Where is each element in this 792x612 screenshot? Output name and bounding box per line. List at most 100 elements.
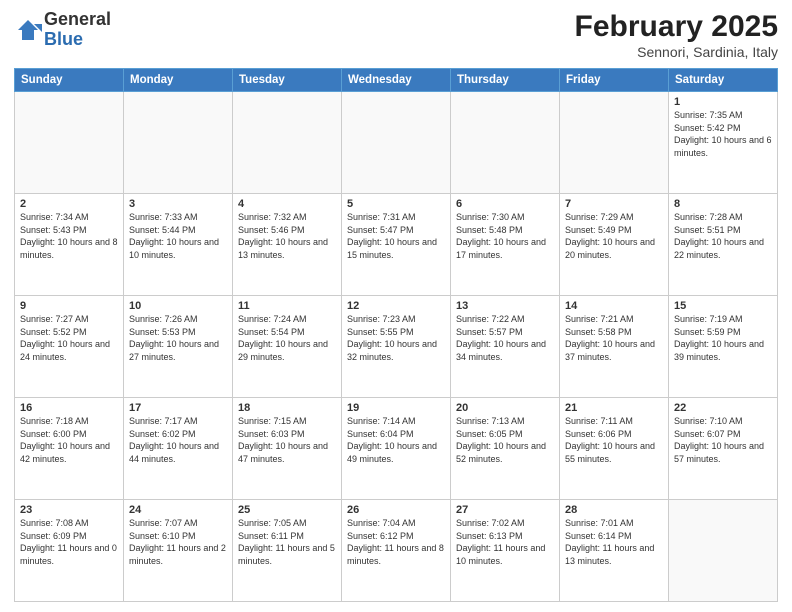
calendar-cell: 27Sunrise: 7:02 AM Sunset: 6:13 PM Dayli… (451, 500, 560, 602)
calendar-cell: 11Sunrise: 7:24 AM Sunset: 5:54 PM Dayli… (233, 296, 342, 398)
day-info: Sunrise: 7:23 AM Sunset: 5:55 PM Dayligh… (347, 313, 445, 363)
weekday-header-wednesday: Wednesday (342, 69, 451, 92)
calendar-cell: 15Sunrise: 7:19 AM Sunset: 5:59 PM Dayli… (669, 296, 778, 398)
calendar-cell: 17Sunrise: 7:17 AM Sunset: 6:02 PM Dayli… (124, 398, 233, 500)
day-number: 15 (674, 300, 772, 312)
day-info: Sunrise: 7:07 AM Sunset: 6:10 PM Dayligh… (129, 517, 227, 567)
day-number: 28 (565, 504, 663, 516)
calendar-cell: 5Sunrise: 7:31 AM Sunset: 5:47 PM Daylig… (342, 194, 451, 296)
day-info: Sunrise: 7:01 AM Sunset: 6:14 PM Dayligh… (565, 517, 663, 567)
day-number: 20 (456, 402, 554, 414)
calendar-cell: 10Sunrise: 7:26 AM Sunset: 5:53 PM Dayli… (124, 296, 233, 398)
calendar-cell: 14Sunrise: 7:21 AM Sunset: 5:58 PM Dayli… (560, 296, 669, 398)
day-number: 7 (565, 198, 663, 210)
logo-text: General Blue (44, 10, 111, 50)
day-number: 10 (129, 300, 227, 312)
calendar-cell: 28Sunrise: 7:01 AM Sunset: 6:14 PM Dayli… (560, 500, 669, 602)
day-number: 23 (20, 504, 118, 516)
weekday-header-sunday: Sunday (15, 69, 124, 92)
day-number: 16 (20, 402, 118, 414)
calendar-week-row: 23Sunrise: 7:08 AM Sunset: 6:09 PM Dayli… (15, 500, 778, 602)
day-info: Sunrise: 7:35 AM Sunset: 5:42 PM Dayligh… (674, 109, 772, 159)
weekday-header-monday: Monday (124, 69, 233, 92)
calendar-cell (124, 92, 233, 194)
day-info: Sunrise: 7:11 AM Sunset: 6:06 PM Dayligh… (565, 415, 663, 465)
weekday-header-friday: Friday (560, 69, 669, 92)
day-info: Sunrise: 7:32 AM Sunset: 5:46 PM Dayligh… (238, 211, 336, 261)
day-info: Sunrise: 7:14 AM Sunset: 6:04 PM Dayligh… (347, 415, 445, 465)
weekday-header-saturday: Saturday (669, 69, 778, 92)
calendar-cell: 22Sunrise: 7:10 AM Sunset: 6:07 PM Dayli… (669, 398, 778, 500)
day-number: 8 (674, 198, 772, 210)
calendar-cell (451, 92, 560, 194)
day-info: Sunrise: 7:13 AM Sunset: 6:05 PM Dayligh… (456, 415, 554, 465)
day-number: 18 (238, 402, 336, 414)
day-number: 21 (565, 402, 663, 414)
day-info: Sunrise: 7:19 AM Sunset: 5:59 PM Dayligh… (674, 313, 772, 363)
day-info: Sunrise: 7:24 AM Sunset: 5:54 PM Dayligh… (238, 313, 336, 363)
day-info: Sunrise: 7:08 AM Sunset: 6:09 PM Dayligh… (20, 517, 118, 567)
calendar-week-row: 1Sunrise: 7:35 AM Sunset: 5:42 PM Daylig… (15, 92, 778, 194)
calendar-cell: 1Sunrise: 7:35 AM Sunset: 5:42 PM Daylig… (669, 92, 778, 194)
location-title: Sennori, Sardinia, Italy (575, 44, 778, 60)
calendar-cell (342, 92, 451, 194)
day-info: Sunrise: 7:18 AM Sunset: 6:00 PM Dayligh… (20, 415, 118, 465)
day-info: Sunrise: 7:04 AM Sunset: 6:12 PM Dayligh… (347, 517, 445, 567)
weekday-header-tuesday: Tuesday (233, 69, 342, 92)
day-info: Sunrise: 7:05 AM Sunset: 6:11 PM Dayligh… (238, 517, 336, 567)
calendar-cell: 3Sunrise: 7:33 AM Sunset: 5:44 PM Daylig… (124, 194, 233, 296)
calendar-cell (15, 92, 124, 194)
day-info: Sunrise: 7:34 AM Sunset: 5:43 PM Dayligh… (20, 211, 118, 261)
day-number: 17 (129, 402, 227, 414)
calendar-week-row: 9Sunrise: 7:27 AM Sunset: 5:52 PM Daylig… (15, 296, 778, 398)
day-info: Sunrise: 7:29 AM Sunset: 5:49 PM Dayligh… (565, 211, 663, 261)
logo-blue-text: Blue (44, 30, 111, 50)
calendar-cell: 12Sunrise: 7:23 AM Sunset: 5:55 PM Dayli… (342, 296, 451, 398)
day-number: 6 (456, 198, 554, 210)
month-title: February 2025 (575, 10, 778, 44)
calendar-cell: 7Sunrise: 7:29 AM Sunset: 5:49 PM Daylig… (560, 194, 669, 296)
day-number: 5 (347, 198, 445, 210)
title-block: February 2025 Sennori, Sardinia, Italy (575, 10, 778, 60)
day-number: 25 (238, 504, 336, 516)
calendar-cell (560, 92, 669, 194)
day-number: 26 (347, 504, 445, 516)
weekday-header-thursday: Thursday (451, 69, 560, 92)
day-info: Sunrise: 7:15 AM Sunset: 6:03 PM Dayligh… (238, 415, 336, 465)
header: General Blue February 2025 Sennori, Sard… (14, 10, 778, 60)
day-number: 4 (238, 198, 336, 210)
calendar-header-row: SundayMondayTuesdayWednesdayThursdayFrid… (15, 69, 778, 92)
day-number: 2 (20, 198, 118, 210)
day-info: Sunrise: 7:33 AM Sunset: 5:44 PM Dayligh… (129, 211, 227, 261)
day-number: 14 (565, 300, 663, 312)
calendar-cell: 8Sunrise: 7:28 AM Sunset: 5:51 PM Daylig… (669, 194, 778, 296)
calendar-cell: 2Sunrise: 7:34 AM Sunset: 5:43 PM Daylig… (15, 194, 124, 296)
calendar-cell: 6Sunrise: 7:30 AM Sunset: 5:48 PM Daylig… (451, 194, 560, 296)
day-number: 22 (674, 402, 772, 414)
day-number: 13 (456, 300, 554, 312)
calendar-cell: 9Sunrise: 7:27 AM Sunset: 5:52 PM Daylig… (15, 296, 124, 398)
day-number: 9 (20, 300, 118, 312)
calendar-cell: 23Sunrise: 7:08 AM Sunset: 6:09 PM Dayli… (15, 500, 124, 602)
logo: General Blue (14, 10, 111, 50)
day-number: 1 (674, 96, 772, 108)
calendar-week-row: 2Sunrise: 7:34 AM Sunset: 5:43 PM Daylig… (15, 194, 778, 296)
day-number: 27 (456, 504, 554, 516)
day-number: 3 (129, 198, 227, 210)
day-info: Sunrise: 7:31 AM Sunset: 5:47 PM Dayligh… (347, 211, 445, 261)
day-number: 24 (129, 504, 227, 516)
calendar-cell: 26Sunrise: 7:04 AM Sunset: 6:12 PM Dayli… (342, 500, 451, 602)
calendar-cell (669, 500, 778, 602)
day-info: Sunrise: 7:27 AM Sunset: 5:52 PM Dayligh… (20, 313, 118, 363)
logo-general-text: General (44, 10, 111, 30)
day-info: Sunrise: 7:10 AM Sunset: 6:07 PM Dayligh… (674, 415, 772, 465)
calendar-table: SundayMondayTuesdayWednesdayThursdayFrid… (14, 68, 778, 602)
day-info: Sunrise: 7:02 AM Sunset: 6:13 PM Dayligh… (456, 517, 554, 567)
calendar-cell: 13Sunrise: 7:22 AM Sunset: 5:57 PM Dayli… (451, 296, 560, 398)
calendar-cell: 20Sunrise: 7:13 AM Sunset: 6:05 PM Dayli… (451, 398, 560, 500)
day-info: Sunrise: 7:17 AM Sunset: 6:02 PM Dayligh… (129, 415, 227, 465)
day-number: 19 (347, 402, 445, 414)
calendar-cell: 21Sunrise: 7:11 AM Sunset: 6:06 PM Dayli… (560, 398, 669, 500)
calendar-page: General Blue February 2025 Sennori, Sard… (0, 0, 792, 612)
calendar-week-row: 16Sunrise: 7:18 AM Sunset: 6:00 PM Dayli… (15, 398, 778, 500)
